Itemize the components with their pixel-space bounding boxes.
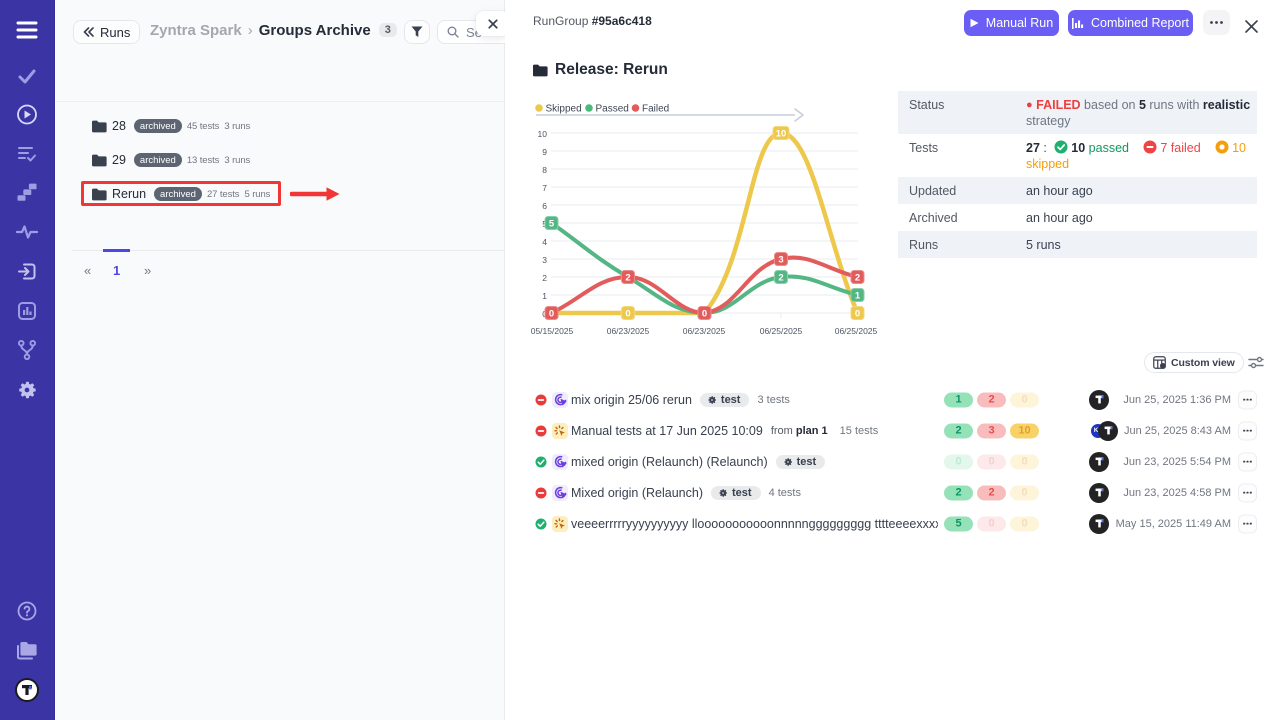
svg-text:0: 0	[549, 309, 554, 320]
svg-text:5: 5	[549, 219, 555, 230]
svg-text:05/15/2025: 05/15/2025	[531, 326, 574, 336]
svg-text:3: 3	[778, 255, 783, 266]
svg-text:6: 6	[542, 201, 547, 211]
svg-text:Passed: Passed	[596, 104, 629, 115]
svg-text:9: 9	[542, 147, 547, 157]
svg-text:0: 0	[702, 309, 707, 320]
svg-text:0: 0	[625, 309, 630, 320]
svg-text:10: 10	[776, 129, 787, 140]
svg-text:06/25/2025: 06/25/2025	[835, 326, 878, 336]
svg-text:06/23/2025: 06/23/2025	[607, 326, 650, 336]
svg-text:7: 7	[542, 183, 547, 193]
svg-text:06/23/2025: 06/23/2025	[683, 326, 726, 336]
svg-text:4: 4	[542, 237, 547, 247]
svg-text:10: 10	[538, 129, 548, 139]
svg-text:Failed: Failed	[642, 104, 669, 115]
svg-text:Skipped: Skipped	[546, 104, 582, 115]
svg-text:0: 0	[855, 309, 860, 320]
svg-text:2: 2	[778, 273, 783, 284]
svg-text:3: 3	[542, 255, 547, 265]
svg-text:06/25/2025: 06/25/2025	[760, 326, 803, 336]
svg-text:1: 1	[855, 291, 861, 302]
svg-text:2: 2	[855, 273, 860, 284]
svg-text:2: 2	[625, 273, 630, 284]
svg-text:2: 2	[542, 273, 547, 283]
svg-text:1: 1	[542, 291, 547, 301]
svg-text:8: 8	[542, 165, 547, 175]
